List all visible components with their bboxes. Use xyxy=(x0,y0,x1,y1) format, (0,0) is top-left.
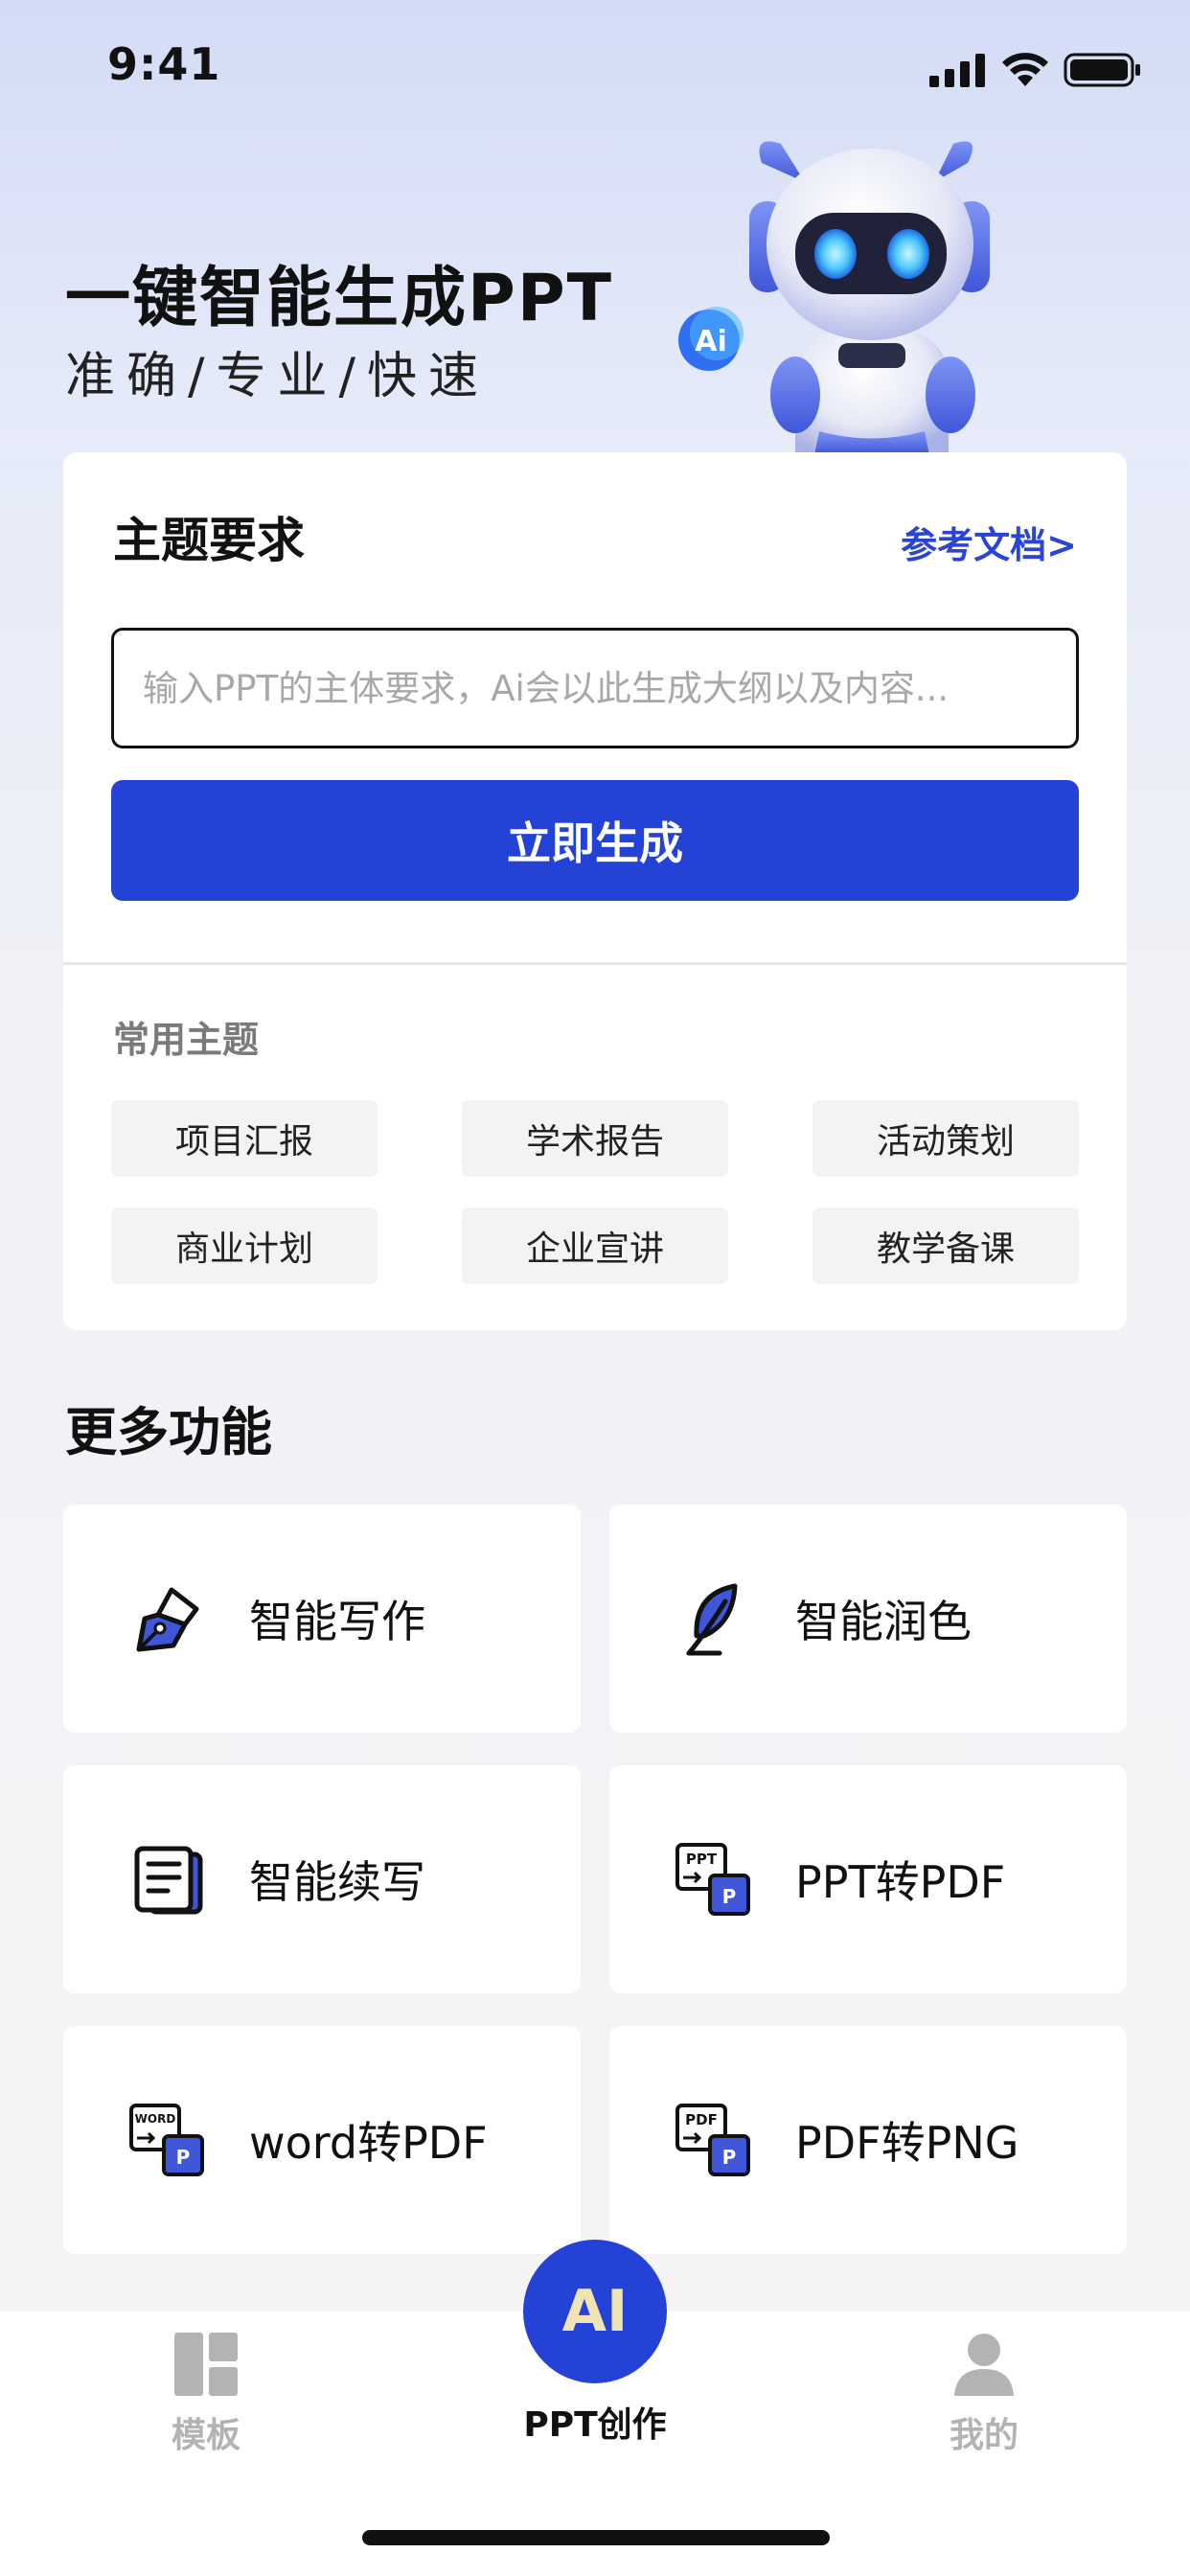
feature-grid: 智能写作 智能润色 智能续写 PPT P PPT转PDF WORD P word… xyxy=(63,1505,1127,2254)
tab-templates-label: 模板 xyxy=(171,2416,240,2455)
topic-chip-business-plan[interactable]: 商业计划 xyxy=(111,1208,378,1284)
feature-label: 智能写作 xyxy=(249,1596,425,1647)
svg-text:PPT: PPT xyxy=(686,1851,718,1868)
status-bar: 9:41 xyxy=(0,0,1190,144)
ai-create-button[interactable]: AI xyxy=(523,2240,667,2383)
document-icon xyxy=(125,1836,211,1922)
topic-input[interactable] xyxy=(111,628,1079,748)
tab-create-label: PPT创作 xyxy=(523,2405,667,2445)
topic-card: 主题要求 参考文档> 立即生成 常用主题 项目汇报 学术报告 活动策划 商业计划… xyxy=(63,452,1127,1330)
feature-pdf-to-png[interactable]: PDF P PDF转PNG xyxy=(609,2026,1127,2254)
wifi-icon xyxy=(1002,53,1048,86)
generate-button[interactable]: 立即生成 xyxy=(111,780,1079,901)
svg-text:P: P xyxy=(176,2146,191,2169)
common-topics-grid: 项目汇报 学术报告 活动策划 商业计划 企业宣讲 教学备课 xyxy=(111,1100,1079,1284)
feature-smart-writing[interactable]: 智能写作 xyxy=(63,1505,581,1733)
word-to-pdf-icon: WORD P xyxy=(125,2097,211,2183)
feature-label: word转PDF xyxy=(249,2117,488,2169)
feature-word-to-pdf[interactable]: WORD P word转PDF xyxy=(63,2026,581,2254)
ai-badge-text: Ai xyxy=(695,325,727,358)
tab-templates[interactable]: 模板 xyxy=(120,2331,292,2457)
user-profile-icon xyxy=(954,2334,1014,2396)
battery-icon xyxy=(1064,53,1140,87)
topic-chip-academic-report[interactable]: 学术报告 xyxy=(462,1100,728,1177)
status-icons xyxy=(929,52,1142,88)
feather-icon xyxy=(671,1576,757,1662)
status-time: 9:41 xyxy=(107,38,221,90)
feature-smart-continue[interactable]: 智能续写 xyxy=(63,1765,581,1993)
feature-label: 智能续写 xyxy=(249,1856,425,1908)
feature-label: PPT转PDF xyxy=(795,1856,1006,1908)
svg-text:P: P xyxy=(722,2146,737,2169)
svg-text:P: P xyxy=(722,1885,737,1908)
pdf-to-png-icon: PDF P xyxy=(671,2097,757,2183)
ppt-to-pdf-icon: PPT P xyxy=(671,1836,757,1922)
topic-chip-project-report[interactable]: 项目汇报 xyxy=(111,1100,378,1177)
svg-text:WORD: WORD xyxy=(135,2112,176,2126)
feature-smart-polish[interactable]: 智能润色 xyxy=(609,1505,1127,1733)
topic-chip-corporate-presentation[interactable]: 企业宣讲 xyxy=(462,1208,728,1284)
feature-label: 智能润色 xyxy=(795,1596,972,1647)
feature-ppt-to-pdf[interactable]: PPT P PPT转PDF xyxy=(609,1765,1127,1993)
tab-ppt-create[interactable]: AI PPT创作 xyxy=(499,2240,691,2447)
hero-title: 一键智能生成PPT xyxy=(65,261,614,336)
feature-label: PDF转PNG xyxy=(795,2117,1019,2169)
pen-nib-icon xyxy=(125,1576,211,1662)
topic-card-title: 主题要求 xyxy=(113,513,305,568)
topic-chip-lesson-prep[interactable]: 教学备课 xyxy=(812,1208,1079,1284)
more-features-title: 更多功能 xyxy=(65,1402,272,1462)
robot-mascot-illustration: Ai xyxy=(678,141,990,455)
topic-chip-event-planning[interactable]: 活动策划 xyxy=(812,1100,1079,1177)
divider xyxy=(63,962,1127,965)
tab-mine-label: 我的 xyxy=(949,2416,1018,2455)
template-grid-icon xyxy=(174,2333,238,2396)
hero-subtitle: 准确/专业/快速 xyxy=(65,348,491,405)
svg-text:PDF: PDF xyxy=(685,2111,718,2128)
common-topics-label: 常用主题 xyxy=(113,1019,260,1061)
tab-mine[interactable]: 我的 xyxy=(898,2331,1070,2457)
home-indicator xyxy=(362,2530,830,2545)
cellular-signal-icon xyxy=(929,54,985,87)
reference-docs-link[interactable]: 参考文档> xyxy=(901,516,1077,568)
